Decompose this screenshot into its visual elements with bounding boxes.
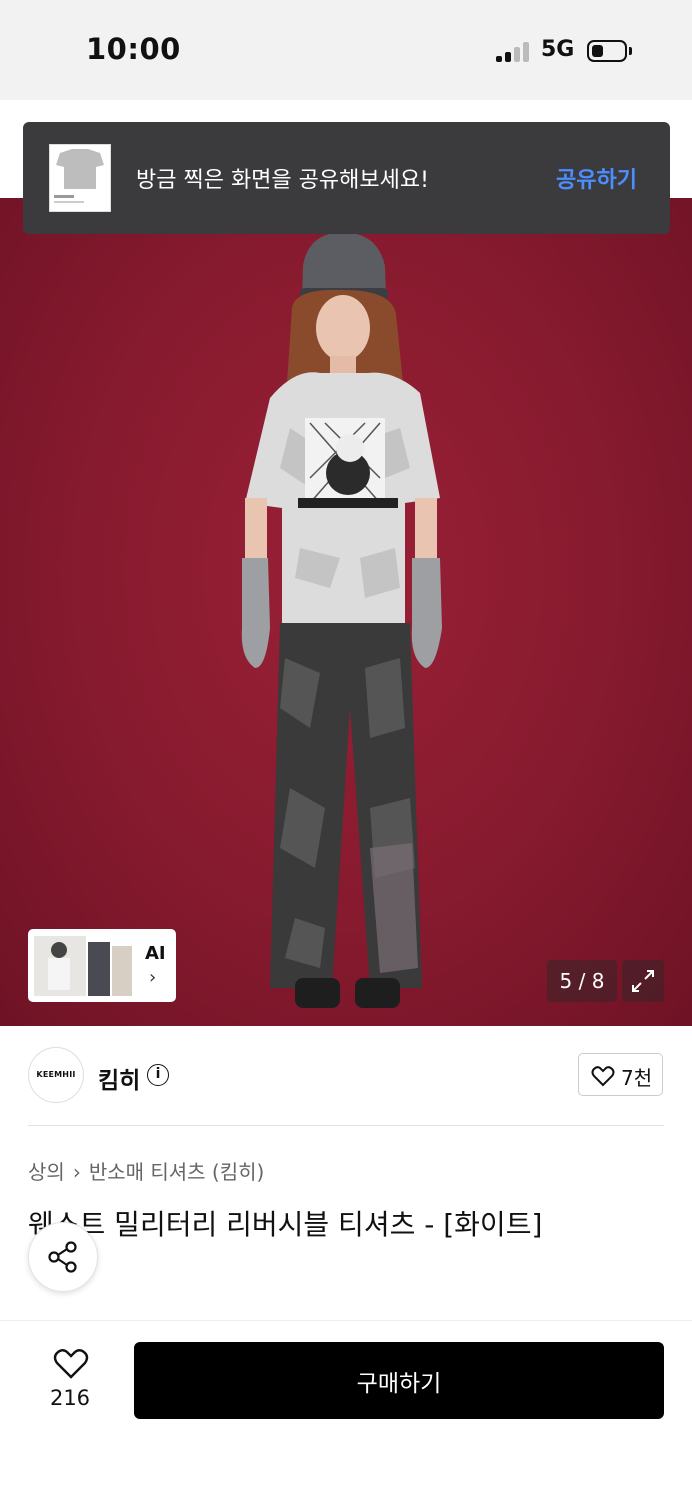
buy-button[interactable]: 구매하기 [134,1342,664,1419]
model-photo [241,232,442,1008]
info-icon[interactable]: i [147,1064,169,1086]
brand-like-count: 7천 [621,1066,653,1090]
share-button[interactable] [28,1222,98,1292]
divider [28,1125,664,1126]
screenshot-thumbnail [49,144,111,212]
chevron-right-icon: › [149,967,157,988]
brand-name[interactable]: 킴히 [98,1061,140,1095]
heart-icon [591,1066,615,1087]
breadcrumb-item[interactable]: 반소매 티셔츠 (킴히) [89,1160,265,1184]
brand-like-button[interactable]: 7천 [578,1053,663,1096]
heart-icon [53,1349,89,1379]
share-icon [48,1241,77,1273]
ai-label: AI [145,943,166,964]
battery-icon [587,40,627,62]
network-type: 5G [541,37,575,62]
expand-icon[interactable] [622,960,664,1002]
breadcrumb: 상의 › 반소매 티셔츠 (킴히) [28,1156,264,1185]
image-counter: 5 / 8 [547,960,617,1002]
signal-icon [496,42,532,62]
ai-thumbnails [34,936,132,996]
toast-message: 방금 찍은 화면을 공유해보세요! [136,168,429,193]
wishlist-count: 216 [49,1386,91,1410]
product-image[interactable]: AI › 5 / 8 [0,198,692,1026]
status-time: 10:00 [86,32,181,66]
product-title: 웨스트 밀리터리 리버시블 티셔츠 - [화이트] [28,1208,543,1241]
chevron-right-icon: › [72,1160,81,1184]
share-toast: 방금 찍은 화면을 공유해보세요! 공유하기 [23,122,670,234]
status-bar: 10:00 5G [0,0,692,100]
breadcrumb-item[interactable]: 상의 [28,1160,65,1184]
ai-recommendation-chip[interactable]: AI › [28,929,176,1002]
brand-logo[interactable]: KEEMHII [28,1047,84,1103]
toast-share-button[interactable]: 공유하기 [556,162,637,194]
